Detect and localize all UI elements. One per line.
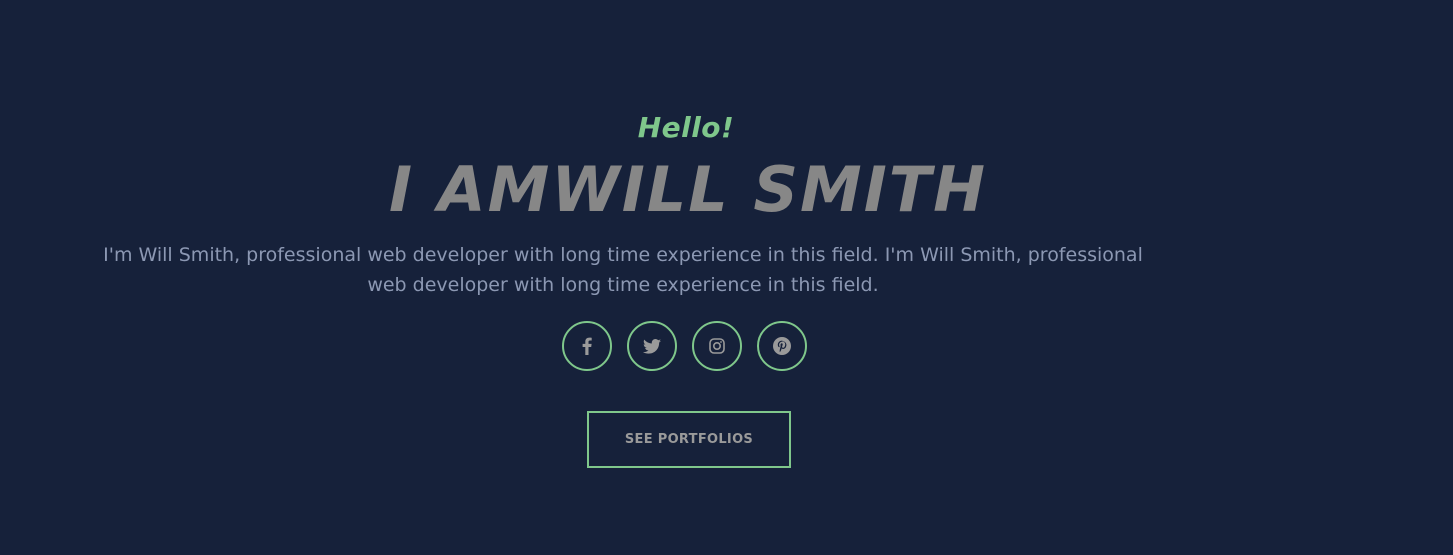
greeting-text: Hello! [637, 111, 735, 144]
instagram-link[interactable] [692, 321, 742, 371]
hero-bio: I'm Will Smith, professional web develop… [103, 244, 1143, 296]
social-links [562, 321, 807, 371]
facebook-link[interactable] [562, 321, 612, 371]
hero-title: I AMWILL SMITH [389, 153, 987, 226]
twitter-icon [643, 338, 661, 354]
pinterest-icon [773, 337, 791, 355]
see-portfolios-button[interactable]: SEE PORTFOLIOS [587, 411, 791, 468]
instagram-icon [709, 338, 725, 354]
facebook-icon [582, 337, 592, 355]
twitter-link[interactable] [627, 321, 677, 371]
pinterest-link[interactable] [757, 321, 807, 371]
hero-section: Hello! I AMWILL SMITH I'm Will Smith, pr… [0, 0, 1453, 555]
